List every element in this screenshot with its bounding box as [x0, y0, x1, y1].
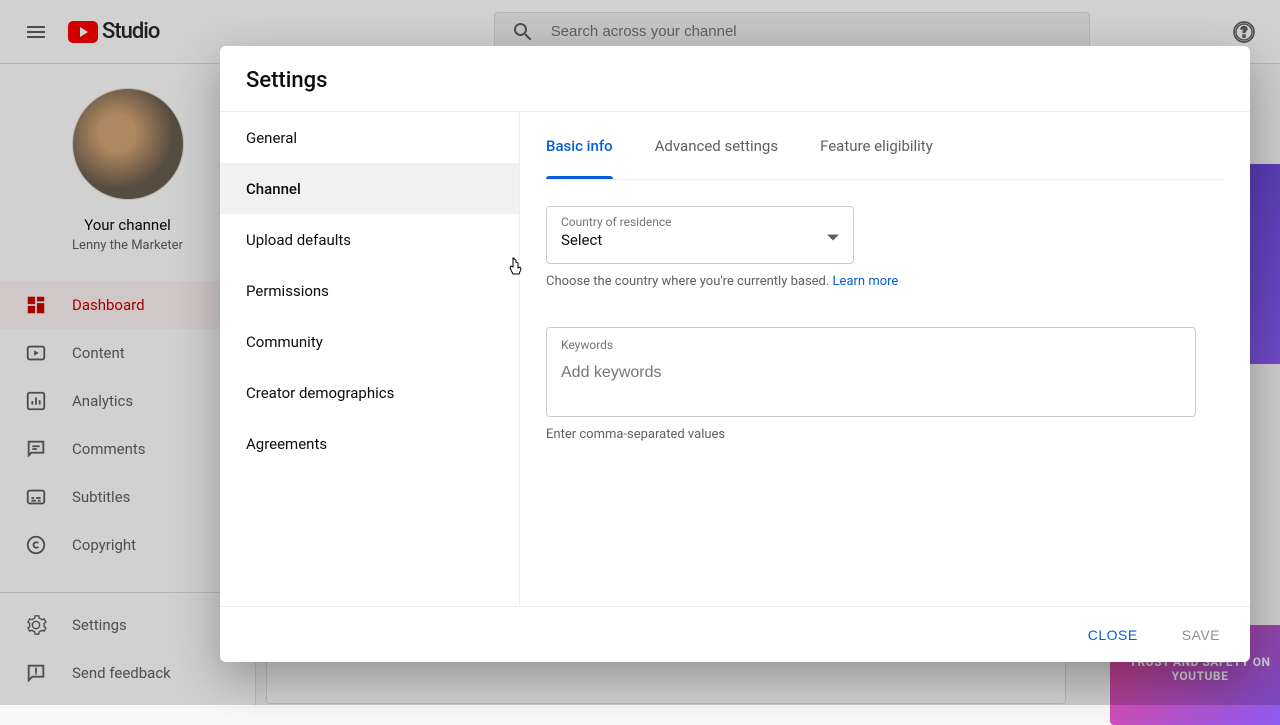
keywords-label: Keywords	[561, 338, 1181, 352]
settings-modal: Settings General Channel Upload defaults…	[220, 46, 1250, 662]
settings-nav-label: Community	[246, 333, 323, 351]
settings-nav-label: Upload defaults	[246, 231, 351, 249]
settings-nav-upload-defaults[interactable]: Upload defaults	[220, 214, 519, 265]
tab-feature-eligibility[interactable]: Feature eligibility	[820, 112, 933, 179]
keywords-helper: Enter comma-separated values	[546, 427, 1224, 442]
tab-label: Advanced settings	[655, 137, 778, 155]
tab-basic-info[interactable]: Basic info	[546, 112, 613, 179]
country-helper: Choose the country where you're currentl…	[546, 274, 1224, 289]
country-label: Country of residence	[561, 215, 839, 229]
modal-title: Settings	[220, 46, 1250, 111]
settings-nav-label: Agreements	[246, 435, 327, 453]
modal-body: General Channel Upload defaults Permissi…	[220, 111, 1250, 606]
settings-nav-community[interactable]: Community	[220, 316, 519, 367]
settings-nav-creator-demographics[interactable]: Creator demographics	[220, 367, 519, 418]
keywords-input[interactable]	[561, 364, 1181, 382]
settings-nav-label: Channel	[246, 180, 301, 198]
settings-nav-label: Creator demographics	[246, 384, 394, 402]
settings-nav-agreements[interactable]: Agreements	[220, 418, 519, 469]
save-button[interactable]: SAVE	[1172, 619, 1230, 651]
dropdown-arrow-icon	[827, 226, 839, 245]
tab-label: Feature eligibility	[820, 137, 933, 155]
settings-nav-label: Permissions	[246, 282, 329, 300]
modal-footer: CLOSE SAVE	[220, 606, 1250, 662]
settings-nav-label: General	[246, 129, 297, 147]
learn-more-link[interactable]: Learn more	[833, 274, 899, 289]
settings-nav-channel[interactable]: Channel	[220, 163, 519, 214]
modal-sidebar: General Channel Upload defaults Permissi…	[220, 112, 520, 606]
settings-nav-permissions[interactable]: Permissions	[220, 265, 519, 316]
helper-text: Choose the country where you're currentl…	[546, 274, 833, 289]
keywords-field[interactable]: Keywords	[546, 327, 1196, 417]
tabs: Basic info Advanced settings Feature eli…	[546, 112, 1224, 180]
modal-content: Basic info Advanced settings Feature eli…	[520, 112, 1250, 606]
country-value: Select	[561, 231, 839, 249]
country-select[interactable]: Country of residence Select	[546, 206, 854, 264]
settings-nav-general[interactable]: General	[220, 112, 519, 163]
tab-label: Basic info	[546, 137, 613, 155]
close-button[interactable]: CLOSE	[1078, 619, 1148, 651]
tab-advanced-settings[interactable]: Advanced settings	[655, 112, 778, 179]
